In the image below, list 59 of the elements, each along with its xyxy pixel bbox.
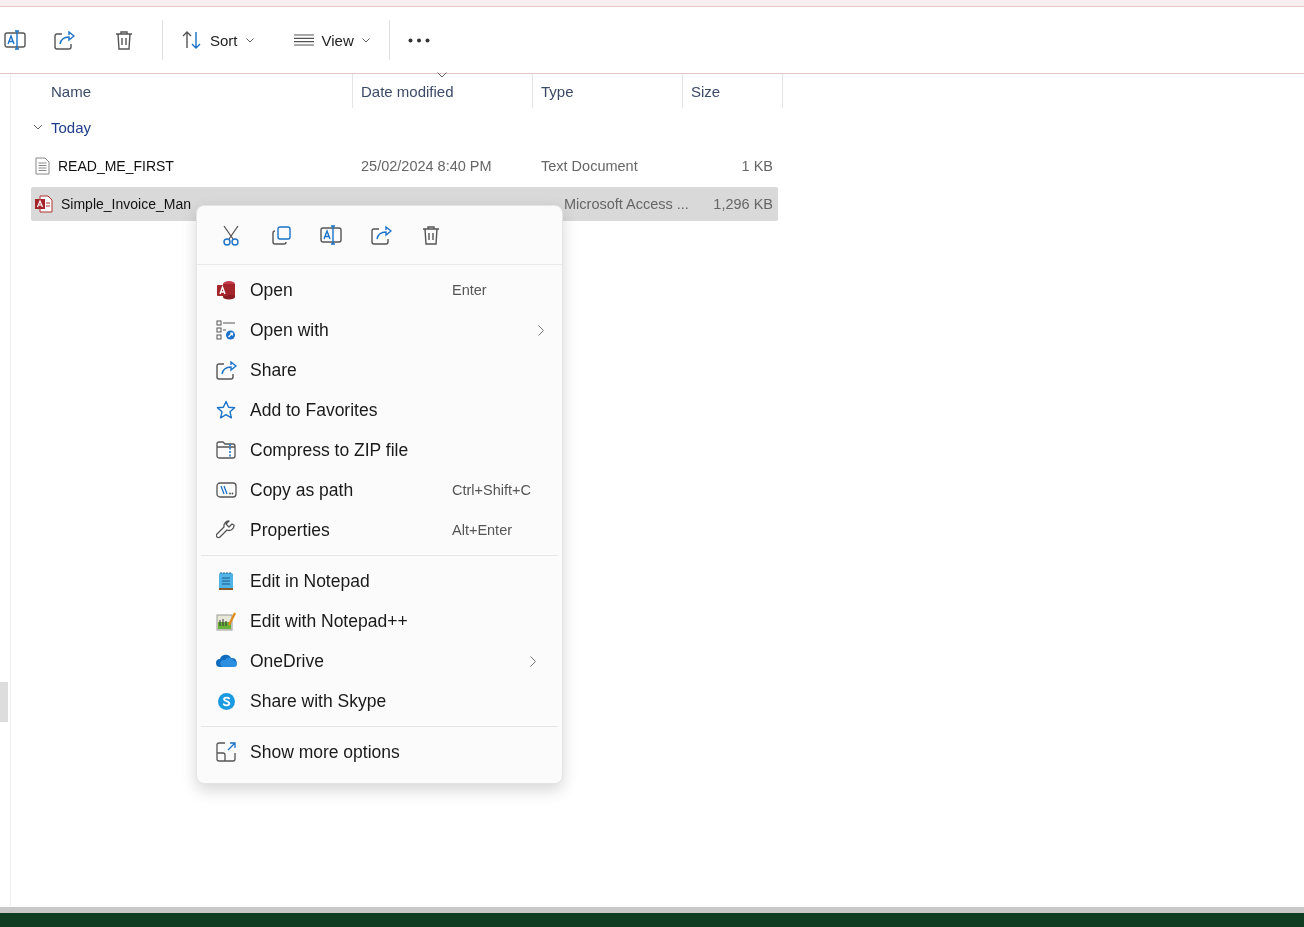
menu-item[interactable]: Open with	[197, 310, 562, 350]
menu-item[interactable]: Share	[197, 350, 562, 390]
file-name: READ_ME_FIRST	[58, 158, 174, 174]
view-button[interactable]: View	[282, 20, 381, 60]
cut-icon[interactable]	[222, 224, 240, 246]
share-icon[interactable]	[215, 360, 237, 380]
column-header[interactable]: Date modified	[353, 74, 533, 108]
share-icon[interactable]	[370, 225, 392, 245]
rename-icon[interactable]	[320, 225, 342, 245]
list-icon	[293, 34, 314, 46]
open-with-icon	[216, 320, 236, 340]
menu-item[interactable]: Edit in Notepad	[197, 561, 554, 601]
date-cell-text: 25/02/2024 8:40 PM	[360, 158, 493, 174]
zip-folder-icon	[216, 441, 236, 459]
column-header[interactable]: Type	[533, 74, 683, 108]
menu-item[interactable]: OneDrive	[197, 641, 554, 681]
delete-icon[interactable]	[115, 30, 133, 50]
type-cell-text: Text Document	[540, 158, 639, 174]
wrench-icon	[216, 520, 236, 540]
menu-item[interactable]: Compress to ZIP file	[197, 430, 562, 470]
share-icon[interactable]	[53, 30, 75, 50]
size-cell-text: 1 KB	[740, 158, 774, 174]
menu-item[interactable]: Properties Alt+Enter	[197, 510, 562, 550]
path-icon	[215, 482, 237, 498]
skype-icon	[216, 691, 236, 711]
file-name: Simple_Invoice_Man	[61, 196, 191, 212]
cloud-icon	[215, 654, 237, 668]
column-header[interactable]: Name	[31, 74, 353, 108]
more-icon[interactable]	[407, 37, 430, 43]
menu-item[interactable]: Share with Skype	[197, 681, 554, 721]
menu-item[interactable]: Show more options	[197, 732, 554, 772]
sort-button[interactable]: Sort	[171, 20, 265, 60]
notepad-plus-icon	[216, 611, 236, 631]
rename-icon[interactable]	[4, 30, 26, 50]
type-cell-text: Microsoft Access ...	[563, 196, 690, 212]
file-row[interactable]: READ_ME_FIRST 25/02/2024 8:40 PM Text Document 1 KB	[31, 149, 778, 183]
expand-icon	[216, 742, 236, 762]
sort-caret-icon	[437, 72, 447, 78]
copy-icon[interactable]	[271, 225, 291, 245]
menu-item[interactable]: Add to Favorites	[197, 390, 562, 430]
caret-icon	[361, 37, 370, 43]
database-app-icon	[216, 280, 236, 300]
column-header[interactable]: Size	[683, 74, 783, 108]
size-cell-text: 1,296 KB	[712, 196, 774, 212]
menu-item[interactable]: Copy as path Ctrl+Shift+C	[197, 470, 562, 510]
chevron-icon	[33, 122, 43, 132]
menu-item[interactable]: Edit with Notepad++	[197, 601, 554, 641]
text-file-icon	[35, 157, 50, 175]
delete-icon[interactable]	[422, 225, 440, 245]
chevron-right-icon	[538, 324, 544, 336]
chevron-right-icon	[530, 655, 536, 667]
database-file-icon	[35, 195, 53, 213]
notepad-icon	[218, 571, 234, 591]
sort-icon	[182, 31, 202, 49]
caret-icon	[245, 37, 254, 43]
star-icon	[216, 400, 236, 420]
menu-item[interactable]: Open Enter	[197, 270, 562, 310]
scrollbar-thumb[interactable]	[0, 682, 8, 722]
group-header[interactable]: Today	[31, 108, 98, 146]
